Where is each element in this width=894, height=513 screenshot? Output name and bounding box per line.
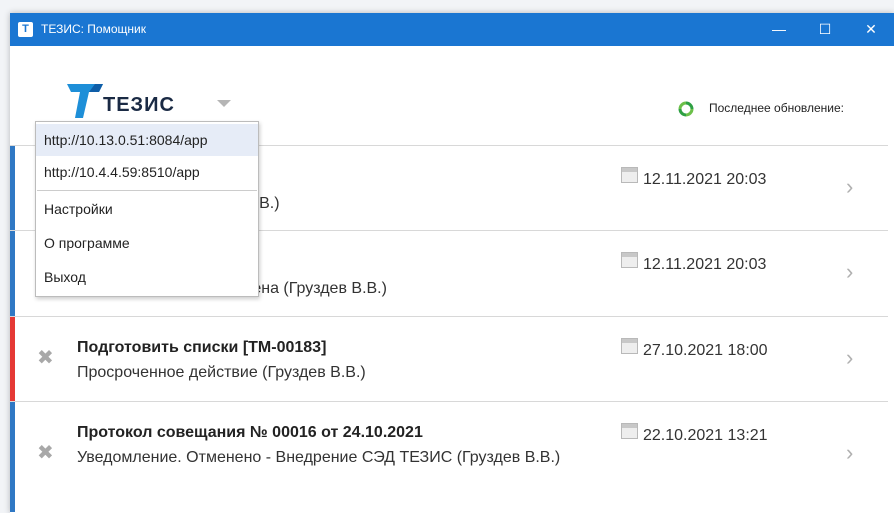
status-stripe [10,231,15,317]
window-title: ТЕЗИС: Помощник [41,22,146,36]
notification-date: 12.11.2021 20:03 [643,256,767,273]
title-bar[interactable]: T ТЕЗИС: Помощник — ☐ ✕ [10,13,894,46]
notification-subtitle: чена (Груздев В.В.) [244,280,387,297]
menu-item-about[interactable]: О программе [36,227,258,259]
chevron-right-icon[interactable]: › [846,259,853,285]
notification-title: Подготовить списки [ТМ-00183] [77,339,327,356]
chevron-right-icon[interactable]: › [846,440,853,466]
notification-item[interactable]: ✖ Подготовить списки [ТМ-00183] Просроче… [10,316,888,402]
chevron-right-icon[interactable]: › [846,174,853,200]
notification-subtitle: Просроченное действие (Груздев В.В.) [77,364,366,381]
app-icon: T [18,22,33,37]
notification-title: Протокол совещания № 00016 от 24.10.2021 [77,424,423,441]
last-update-label: Последнее обновление: [709,101,844,115]
menu-item-settings[interactable]: Настройки [36,193,258,225]
refresh-icon[interactable] [678,101,694,117]
notification-date: 27.10.2021 18:00 [643,342,768,359]
calendar-icon [621,167,638,183]
close-icon[interactable]: ✖ [37,345,54,370]
status-stripe [10,402,15,512]
calendar-icon [621,423,638,439]
logo-text: ТЕЗИС [103,94,175,116]
menu-item-server-2[interactable]: http://10.4.4.59:8510/app [36,156,258,188]
status-stripe [10,146,15,231]
notification-date: 22.10.2021 13:21 [643,427,768,444]
status-stripe [10,317,15,402]
notification-date: 12.11.2021 20:03 [643,171,767,188]
chevron-down-icon[interactable] [217,100,231,107]
notification-item[interactable]: ✖ Протокол совещания № 00016 от 24.10.20… [10,401,888,512]
notification-subtitle: В.В.) [244,195,280,212]
tezis-logo-mark-icon [67,84,103,118]
calendar-icon [621,338,638,354]
chevron-right-icon[interactable]: › [846,345,853,371]
close-icon[interactable]: ✖ [37,440,54,465]
app-window: T ТЕЗИС: Помощник — ☐ ✕ ТЕЗИС Последнее … [10,13,894,513]
maximize-button[interactable]: ☐ [802,13,848,46]
notification-subtitle: Уведомление. Отменено - Внедрение СЭД ТЕ… [77,449,561,466]
minimize-button[interactable]: — [756,13,802,46]
calendar-icon [621,252,638,268]
close-window-button[interactable]: ✕ [848,13,894,46]
menu-item-server-1[interactable]: http://10.13.0.51:8084/app [36,124,258,156]
menu-item-exit[interactable]: Выход [36,261,258,293]
menu-divider [37,190,257,191]
server-dropdown-menu: http://10.13.0.51:8084/app http://10.4.4… [35,121,259,297]
